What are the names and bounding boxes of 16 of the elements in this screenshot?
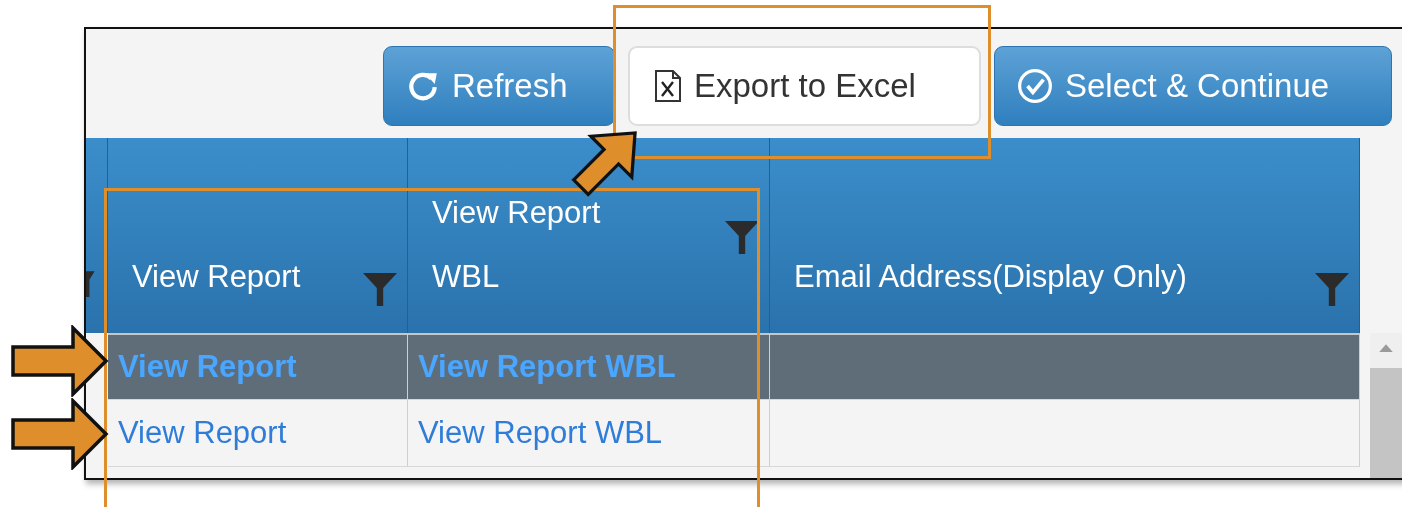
filter-icon[interactable] [363, 272, 397, 306]
export-button[interactable]: Export to Excel [628, 46, 981, 126]
scroll-up-icon[interactable] [1379, 343, 1393, 352]
column-header: Email Address(Display Only) [794, 258, 1187, 296]
report-link[interactable]: View Report [118, 415, 287, 451]
column-header: View Report [132, 258, 301, 296]
check-circle-icon [1017, 68, 1053, 104]
select-continue-button[interactable]: Select & Continue [994, 46, 1392, 126]
column-header: View Report WBL [432, 194, 601, 296]
scrollbar[interactable] [1370, 333, 1402, 478]
refresh-button[interactable]: Refresh [383, 46, 615, 126]
scrollbar-thumb[interactable] [1370, 368, 1402, 478]
filter-icon[interactable] [1315, 272, 1349, 306]
filter-icon[interactable] [725, 220, 759, 254]
excel-file-icon [654, 69, 682, 103]
report-link[interactable]: View Report WBL [418, 415, 663, 451]
